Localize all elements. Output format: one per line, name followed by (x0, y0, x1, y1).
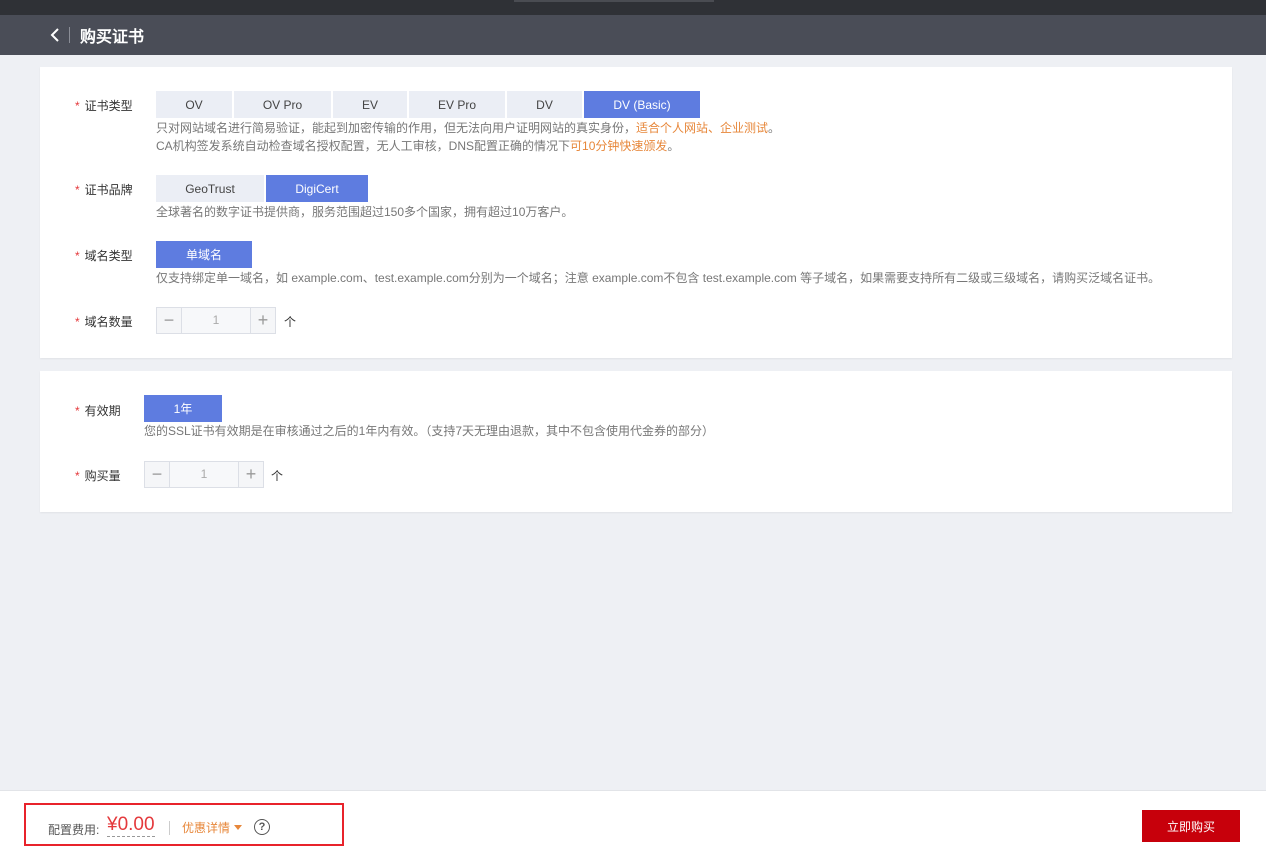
cost-price[interactable]: ¥0.00 (107, 814, 155, 837)
domain-count-unit: 个 (284, 315, 297, 329)
cert-type-option-ov-pro[interactable]: OV Pro (234, 91, 331, 118)
buy-now-button[interactable]: 立即购买 (1142, 810, 1240, 842)
domain-type-option-single[interactable]: 单域名 (156, 241, 252, 268)
caret-down-icon (234, 825, 243, 830)
back-button[interactable] (44, 24, 66, 46)
purchase-count-stepper: − 1 + (144, 461, 264, 488)
purchase-count-unit: 个 (271, 469, 284, 483)
cert-type-option-ov[interactable]: OV (156, 91, 232, 118)
cert-type-option-ev[interactable]: EV (333, 91, 407, 118)
cert-brand-selector: GeoTrust DigiCert (156, 175, 368, 202)
discount-details-label: 优惠详情 (182, 821, 231, 835)
title-divider (69, 27, 70, 43)
required-star: * (75, 315, 80, 329)
decrement-button[interactable]: − (157, 308, 181, 333)
cert-brand-description: 全球著名的数字证书提供商，服务范围超过150多个国家，拥有超过10万客户。 (156, 205, 574, 219)
page-title: 购买证书 (80, 29, 145, 46)
purchase-count-label: * 购买量 (75, 469, 121, 483)
increment-button[interactable]: + (239, 462, 263, 487)
domain-count-input[interactable]: 1 (181, 308, 251, 333)
domain-type-description: 仅支持绑定单一域名，如 example.com、test.example.com… (156, 271, 1161, 285)
cost-divider (169, 821, 170, 835)
increment-button[interactable]: + (251, 308, 275, 333)
cert-config-card: * 证书类型 OV OV Pro EV EV Pro DV DV (Basic) … (40, 67, 1232, 358)
required-star: * (75, 469, 80, 483)
cert-type-desc-line1: 只对网站域名进行简易验证，能起到加密传输的作用，但无法向用户证明网站的真实身份，… (156, 121, 781, 135)
cert-type-label: * 证书类型 (75, 99, 133, 113)
validity-option-1year[interactable]: 1年 (144, 395, 222, 422)
page-header: 购买证书 (0, 15, 1266, 55)
domain-count-stepper: − 1 + (156, 307, 276, 334)
domain-count-label: * 域名数量 (75, 315, 133, 329)
cert-type-option-dv[interactable]: DV (507, 91, 582, 118)
validity-selector: 1年 (144, 395, 222, 422)
cert-type-description: 只对网站域名进行简易验证，能起到加密传输的作用，但无法向用户证明网站的真实身份，… (156, 119, 780, 155)
required-star: * (75, 183, 80, 197)
top-dark-bar (0, 0, 1266, 15)
purchase-config-card: * 有效期 1年 您的SSL证书有效期是在审核通过之后的1年内有效。（支持7天无理… (40, 371, 1232, 512)
purchase-count-input[interactable]: 1 (169, 462, 239, 487)
cert-type-option-dv-basic[interactable]: DV (Basic) (584, 91, 700, 118)
validity-description: 您的SSL证书有效期是在审核通过之后的1年内有效。（支持7天无理由退款，其中不包… (144, 424, 715, 438)
required-star: * (75, 404, 80, 418)
help-circle-icon[interactable]: ? (254, 819, 270, 835)
decrement-button[interactable]: − (145, 462, 169, 487)
domain-type-selector: 单域名 (156, 241, 252, 268)
discount-details-link[interactable]: 优惠详情 (182, 819, 243, 836)
cert-brand-option-geotrust[interactable]: GeoTrust (156, 175, 264, 202)
top-bar-notch (514, 0, 714, 2)
cost-label: 配置费用: (48, 823, 100, 837)
cert-type-selector: OV OV Pro EV EV Pro DV DV (Basic) (156, 91, 700, 118)
required-star: * (75, 99, 80, 113)
bottom-action-bar: 配置费用: ¥0.00 优惠详情 ? 立即购买 (0, 790, 1266, 850)
chevron-left-icon (50, 28, 59, 42)
validity-label: * 有效期 (75, 404, 121, 418)
cert-type-desc-line2: CA机构签发系统自动检查域名授权配置，无人工审核，DNS配置正确的情况下可10分… (156, 139, 680, 153)
cert-brand-option-digicert[interactable]: DigiCert (266, 175, 368, 202)
cert-brand-label: * 证书品牌 (75, 183, 133, 197)
required-star: * (75, 249, 80, 263)
domain-type-label: * 域名类型 (75, 249, 133, 263)
cert-type-option-ev-pro[interactable]: EV Pro (409, 91, 505, 118)
